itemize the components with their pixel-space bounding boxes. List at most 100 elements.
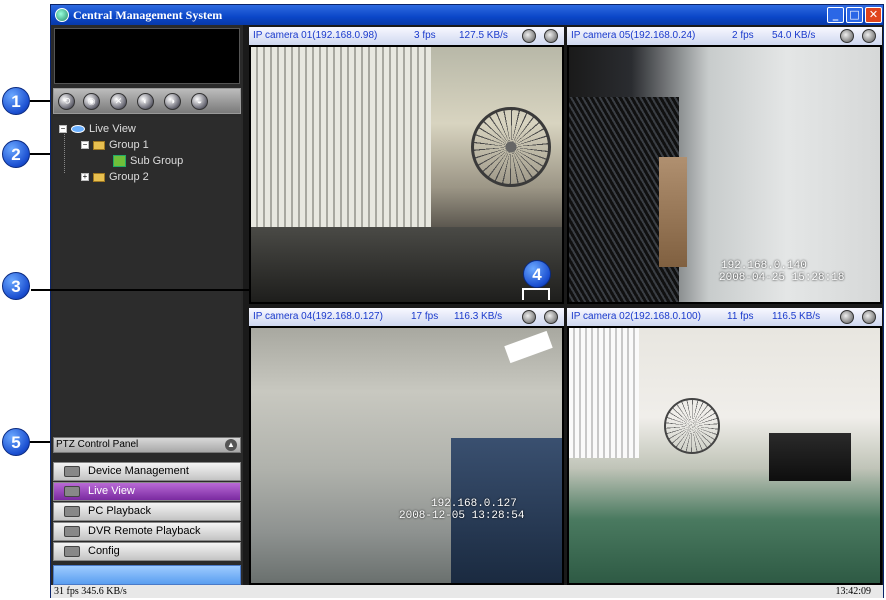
callout-2-line <box>30 153 52 155</box>
eye-icon <box>71 125 85 134</box>
callout-5-line <box>30 441 52 443</box>
record-icon[interactable] <box>862 29 876 43</box>
tree-node-group-1[interactable]: − Group 1 <box>81 138 149 152</box>
left-panel: ⟲ ◉ ✕ ◐ ◑ ◒ − Live View − Group 1 Sub Grou… <box>51 25 243 585</box>
camera-rate: 54.0 KB/s <box>772 30 816 41</box>
collapse-icon[interactable]: − <box>59 125 67 134</box>
tree-node-label: Live View <box>89 123 136 135</box>
fan-image <box>664 398 720 454</box>
audio-icon[interactable] <box>522 310 536 324</box>
camera-view <box>251 47 562 302</box>
nav-label: DVR Remote Playback <box>88 525 201 537</box>
tree-node-label: Group 2 <box>109 171 149 183</box>
tree-node-group-2[interactable]: + Group 2 <box>81 170 149 184</box>
camera-view: 192.168.0.140 2008-04-25 15:28:18 <box>569 47 880 302</box>
boxes-image <box>659 157 687 267</box>
camera-name: IP camera 02(192.168.0.100) <box>571 311 701 322</box>
callout-3-line <box>31 289 249 291</box>
camera-header: IP camera 02(192.168.0.100) 11 fps 116.5… <box>567 308 882 326</box>
toolbar-button-6-icon[interactable]: ◒ <box>191 93 208 110</box>
collapse-icon[interactable]: − <box>81 141 89 150</box>
nav-label: Device Management <box>88 465 189 477</box>
camera-icon <box>64 486 80 497</box>
camera-view: 192.168.0.127 2008-12-05 13:28:54 <box>251 328 562 583</box>
device-box-image <box>769 433 851 481</box>
audio-icon[interactable] <box>840 310 854 324</box>
camera-rate: 116.5 KB/s <box>772 311 821 322</box>
audio-icon[interactable] <box>840 29 854 43</box>
record-icon[interactable] <box>544 29 558 43</box>
tree-node-sub-group[interactable]: Sub Group <box>113 154 183 168</box>
camera-rate: 116.3 KB/s <box>454 311 503 322</box>
tree-node-label: Sub Group <box>130 155 184 167</box>
toolbar-button-5-icon[interactable]: ◑ <box>164 93 181 110</box>
camera-tile-3[interactable]: IP camera 04(192.168.0.127) 17 fps 116.3… <box>249 308 564 585</box>
status-clock: 13:42:09 <box>835 586 871 597</box>
desk-image <box>251 227 562 302</box>
camera-tile-2[interactable]: IP camera 05(192.168.0.24) 2 fps 54.0 KB… <box>567 27 882 304</box>
camera-fps: 11 fps <box>727 311 754 322</box>
camera-tile-4[interactable]: IP camera 02(192.168.0.100) 11 fps 116.5… <box>567 308 882 585</box>
camera-osd-ip: 192.168.0.127 <box>431 498 517 510</box>
window-blinds <box>569 328 639 458</box>
record-icon[interactable] <box>544 310 558 324</box>
camera-header: IP camera 01(192.168.0.98) 3 fps 127.5 K… <box>249 27 564 45</box>
status-bar: 31 fps 345.6 KB/s 13:42:09 <box>51 585 883 598</box>
callout-3: 3 <box>2 272 30 300</box>
device-tree: − Live View − Group 1 Sub Group + Group 2 <box>53 117 241 435</box>
nav-live-view[interactable]: Live View <box>53 482 241 501</box>
window-blinds <box>251 47 431 237</box>
ptz-label: PTZ Control Panel <box>56 439 139 450</box>
title-bar[interactable]: Central Management System _ □ ✕ <box>51 5 883 25</box>
toolbar-button-4-icon[interactable]: ◐ <box>137 93 154 110</box>
camera-view <box>569 328 880 583</box>
status-throughput: 31 fps 345.6 KB/s <box>54 586 127 597</box>
toolbar-button-2-icon[interactable]: ◉ <box>83 93 100 110</box>
camera-name: IP camera 04(192.168.0.127) <box>253 311 383 322</box>
camera-header: IP camera 04(192.168.0.127) 17 fps 116.3… <box>249 308 564 326</box>
nav-dvr-remote-playback[interactable]: DVR Remote Playback <box>53 522 241 541</box>
toolbar: ⟲ ◉ ✕ ◐ ◑ ◒ <box>53 88 241 114</box>
record-icon[interactable] <box>862 310 876 324</box>
folder-icon <box>93 140 105 150</box>
camera-fps: 2 fps <box>732 30 754 41</box>
camera-osd-time: 2008-12-05 13:28:54 <box>399 510 525 522</box>
audio-icon[interactable] <box>522 29 536 43</box>
callout-4: 4 <box>523 260 551 288</box>
group-icon <box>113 155 126 168</box>
camera-fps: 3 fps <box>414 30 436 41</box>
callout-1: 1 <box>2 87 30 115</box>
callout-5: 5 <box>2 428 30 456</box>
nav-device-management[interactable]: Device Management <box>53 462 241 481</box>
main-window: Central Management System _ □ ✕ ⟲ ◉ ✕ ◐ … <box>31 4 884 598</box>
camera-header: IP camera 05(192.168.0.24) 2 fps 54.0 KB… <box>567 27 882 45</box>
camera-rate: 127.5 KB/s <box>459 30 508 41</box>
nav-label: PC Playback <box>88 505 151 517</box>
camera-osd-time: 2008-04-25 15:28:18 <box>719 272 845 284</box>
tree-line <box>64 131 65 173</box>
callout-4-bracket <box>522 288 550 300</box>
camera-name: IP camera 05(192.168.0.24) <box>571 30 696 41</box>
camera-name: IP camera 01(192.168.0.98) <box>253 30 378 41</box>
nav-pc-playback[interactable]: PC Playback <box>53 502 241 521</box>
device-icon <box>64 466 80 477</box>
maximize-button[interactable]: □ <box>846 7 863 23</box>
nav-label: Config <box>88 545 120 557</box>
close-button[interactable]: ✕ <box>865 7 882 23</box>
tree-node-live-view[interactable]: − Live View <box>59 122 136 136</box>
app-icon <box>55 8 69 22</box>
camera-tile-1[interactable]: IP camera 01(192.168.0.98) 3 fps 127.5 K… <box>249 27 564 304</box>
chevron-up-icon[interactable]: ▲ <box>225 439 237 451</box>
nav-config[interactable]: Config <box>53 542 241 561</box>
minimize-button[interactable]: _ <box>827 7 844 23</box>
camera-osd-ip: 192.168.0.140 <box>721 260 807 272</box>
toolbar-button-1-icon[interactable]: ⟲ <box>58 93 75 110</box>
preview-pane <box>54 28 240 84</box>
folder-icon <box>93 172 105 182</box>
ptz-control-panel-bar[interactable]: PTZ Control Panel ▲ <box>53 437 241 453</box>
expand-icon[interactable]: + <box>81 173 89 182</box>
playback-icon <box>64 506 80 517</box>
nav-label: Live View <box>88 485 135 497</box>
nav-footer-bar <box>53 565 241 585</box>
toolbar-button-3-icon[interactable]: ✕ <box>110 93 127 110</box>
